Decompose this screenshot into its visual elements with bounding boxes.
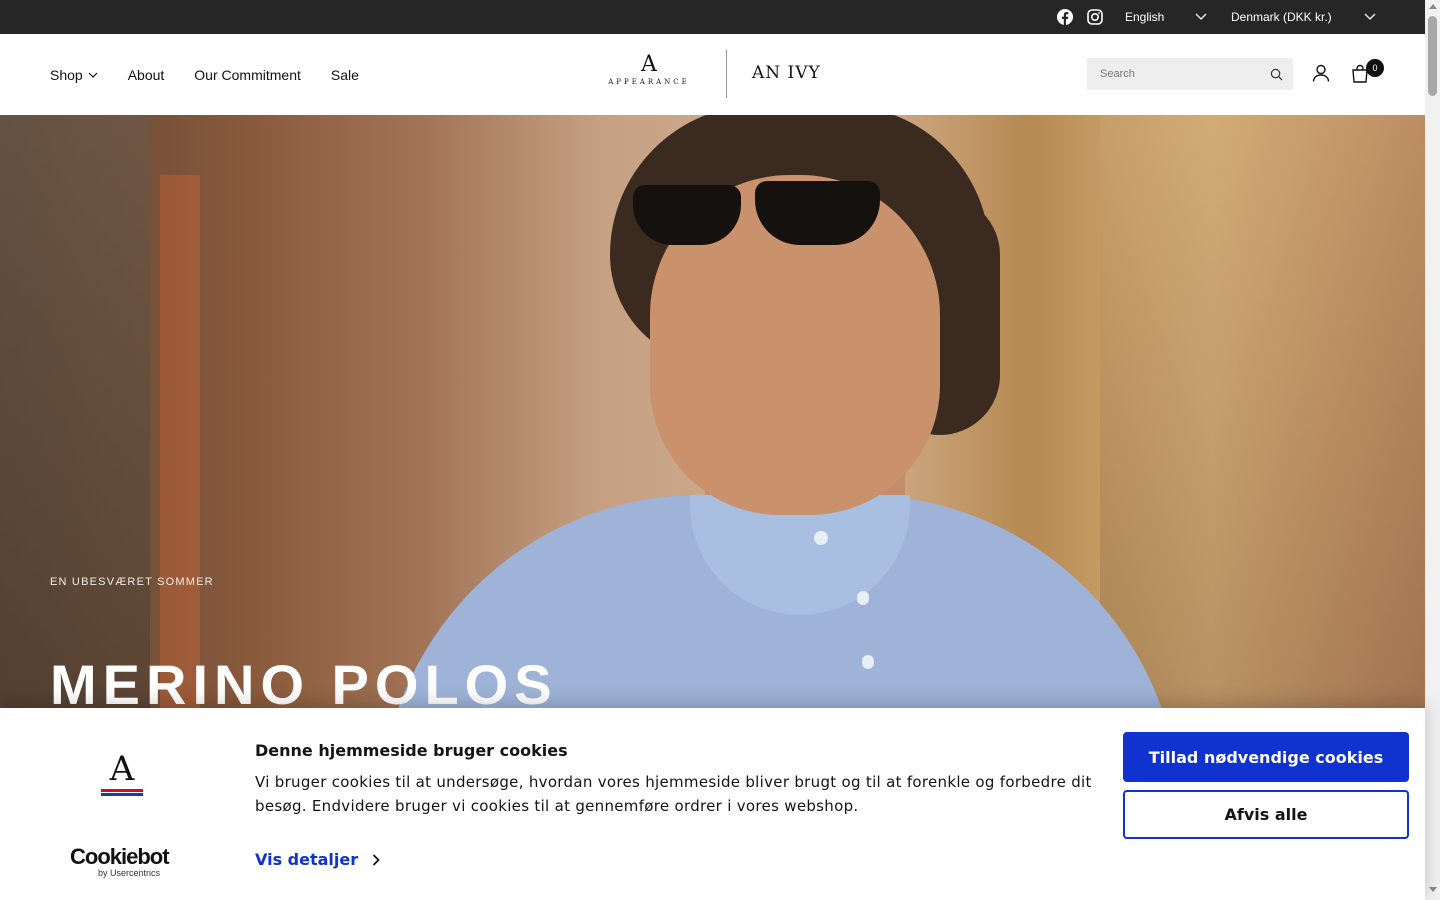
site-header: Shop About Our Commitment Sale A APPEARA… (0, 34, 1425, 115)
top-bar: English Denmark (DKK kr.) (0, 0, 1425, 34)
cart-count-badge: 0 (1366, 59, 1384, 77)
scroll-up-arrow-icon[interactable] (1429, 4, 1437, 9)
cookie-logo-mark: A (109, 749, 135, 789)
facebook-icon[interactable] (1057, 9, 1073, 25)
cookie-consent-banner: A Cookiebot by Usercentrics Denne hjemme… (0, 708, 1425, 900)
instagram-icon[interactable] (1087, 9, 1103, 25)
hero-eyebrow: EN UBESVÆRET SOMMER (50, 576, 214, 588)
show-details-label: Vis detaljer (255, 850, 359, 869)
cookie-banner-brand-logo: A (100, 752, 144, 800)
country-value: Denmark (DKK kr.) (1231, 10, 1332, 24)
scrollbar-thumb[interactable] (1428, 16, 1437, 96)
language-value: English (1125, 10, 1165, 24)
hero-sunglasses-left (633, 185, 741, 245)
nav-our-commitment[interactable]: Our Commitment (194, 67, 301, 83)
allow-necessary-cookies-button[interactable]: Tillad nødvendige cookies (1123, 732, 1409, 782)
language-selector[interactable]: English (1125, 0, 1207, 34)
chevron-down-icon (1195, 13, 1207, 20)
hero-sunglasses-right (755, 181, 880, 245)
cookiebot-name: Cookiebot (70, 844, 170, 869)
scroll-down-arrow-icon[interactable] (1429, 887, 1437, 892)
account-icon[interactable] (1312, 64, 1330, 82)
hero-polo-button (862, 655, 874, 669)
chevron-down-icon (1364, 13, 1376, 20)
chevron-right-icon (373, 853, 380, 866)
country-selector[interactable]: Denmark (DKK kr.) (1231, 0, 1376, 34)
logo-divider (726, 50, 727, 98)
hero-polo-button (857, 591, 869, 605)
search-input[interactable] (1100, 68, 1270, 80)
cookiebot-by: by Usercentrics (98, 868, 161, 878)
hero-background-pillar (160, 175, 200, 715)
show-details-link[interactable]: Vis detaljer (255, 850, 380, 869)
nav-shop[interactable]: Shop (50, 67, 98, 83)
search-box (1087, 58, 1293, 90)
stripe-red (101, 789, 143, 792)
hero-polo-button (814, 531, 828, 545)
deny-all-button[interactable]: Afvis alle (1123, 790, 1409, 839)
hero-background-left (0, 115, 150, 715)
logo-mark: A (641, 52, 657, 77)
search-icon[interactable] (1270, 68, 1283, 81)
nav-sale[interactable]: Sale (331, 67, 359, 83)
chevron-down-icon (88, 72, 98, 78)
hero-background-right (1100, 115, 1425, 715)
main-nav: Shop About Our Commitment Sale (50, 34, 359, 115)
nav-about[interactable]: About (128, 67, 165, 83)
nav-shop-label: Shop (50, 66, 83, 83)
appearance-logo[interactable]: A APPEARANCE (600, 54, 698, 90)
hero-title: MERINO POLOS (50, 653, 558, 715)
page-scrollbar[interactable] (1425, 0, 1440, 900)
hero-banner[interactable]: EN UBESVÆRET SOMMER MERINO POLOS (0, 115, 1425, 715)
stripe-blue (101, 793, 143, 796)
cookiebot-logo[interactable]: Cookiebot by Usercentrics (70, 844, 180, 879)
an-ivy-logo[interactable]: AN IVY (752, 63, 821, 83)
flag-stripes (101, 789, 143, 796)
cookie-body-text: Vi bruger cookies til at undersøge, hvor… (255, 773, 1092, 815)
cookie-heading: Denne hjemmeside bruger cookies (255, 741, 568, 760)
logo-wordmark: APPEARANCE (608, 78, 690, 86)
